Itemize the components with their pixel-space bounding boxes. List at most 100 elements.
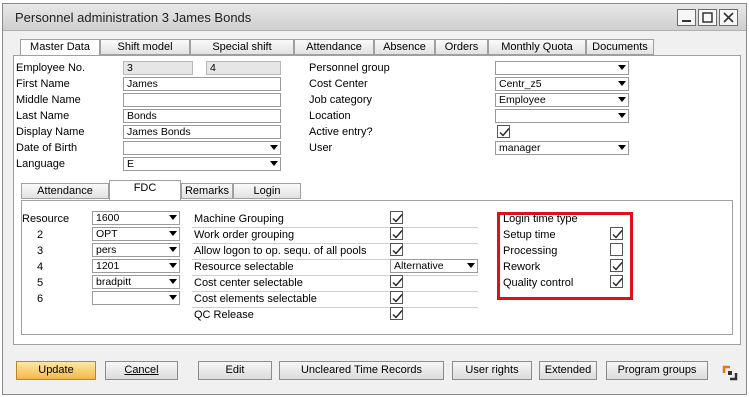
extended-button[interactable]: Extended xyxy=(539,361,597,380)
user-value: manager xyxy=(499,142,541,154)
option-label: Work order grouping xyxy=(194,229,295,241)
personnel-group-label: Personnel group xyxy=(309,62,390,74)
dob-select[interactable] xyxy=(123,141,281,155)
chevron-down-icon xyxy=(169,263,177,268)
login-time-item-label: Processing xyxy=(503,245,558,257)
middle-name-label: Middle Name xyxy=(16,94,81,106)
tab-attendance[interactable]: Attendance xyxy=(294,39,374,55)
language-select[interactable]: E xyxy=(123,157,281,171)
display-name-field[interactable]: James Bonds xyxy=(123,125,281,139)
checkmark-icon xyxy=(392,230,403,239)
chevron-down-icon xyxy=(618,65,626,70)
chevron-down-icon xyxy=(270,145,278,150)
first-name-field[interactable]: James xyxy=(123,77,281,91)
resource-2-select[interactable]: OPT xyxy=(92,227,180,241)
option-label: Cost center selectable xyxy=(194,277,303,289)
resource-6-label: 6 xyxy=(37,293,44,305)
middle-name-field[interactable] xyxy=(123,93,281,107)
divider xyxy=(192,243,478,244)
divider xyxy=(192,307,478,308)
setup-time-checkbox[interactable] xyxy=(610,227,623,240)
login-time-item-label: Rework xyxy=(503,261,541,273)
cost-center-selectable-checkbox[interactable] xyxy=(390,275,403,288)
cancel-button[interactable]: Cancel xyxy=(105,361,178,380)
minimize-button[interactable] xyxy=(677,9,696,26)
resource-6-select[interactable] xyxy=(92,291,180,305)
active-entry-checkbox[interactable] xyxy=(497,125,510,138)
personnel-group-select[interactable] xyxy=(495,61,629,75)
cost-center-select[interactable]: Centr_z5 xyxy=(495,77,629,91)
subtab-attendance[interactable]: Attendance xyxy=(21,183,109,199)
checkmark-icon xyxy=(392,294,403,303)
cost-center-value: Centr_z5 xyxy=(499,78,542,90)
cancel-label: Cancel xyxy=(124,364,159,376)
tab-absence[interactable]: Absence xyxy=(374,39,435,55)
tab-monthly-quota[interactable]: Monthly Quota xyxy=(488,39,586,55)
machine-grouping-checkbox[interactable] xyxy=(390,211,403,224)
chevron-down-icon xyxy=(169,215,177,220)
resource-5-value: bradpitt xyxy=(96,276,132,288)
processing-checkbox[interactable] xyxy=(610,243,623,256)
employee-no-label: Employee No. xyxy=(16,62,86,74)
cost-elements-selectable-checkbox[interactable] xyxy=(390,291,403,304)
option-label: QC Release xyxy=(194,309,254,321)
divider xyxy=(192,291,478,292)
personnel-admin-window: Personnel administration 3 James Bonds M… xyxy=(2,3,747,395)
checkmark-icon xyxy=(392,214,403,223)
quality-control-checkbox[interactable] xyxy=(610,275,623,288)
tab-shift-model[interactable]: Shift model xyxy=(100,39,190,55)
resource-4-value: 1201 xyxy=(96,260,120,272)
resource-1-select[interactable]: 1600 xyxy=(92,211,180,225)
update-button[interactable]: Update xyxy=(16,361,96,380)
resource-3-value: pers xyxy=(96,244,117,256)
tab-orders[interactable]: Orders xyxy=(435,39,488,55)
location-label: Location xyxy=(309,110,351,122)
active-entry-label: Active entry? xyxy=(309,126,373,138)
resource-1-value: 1600 xyxy=(96,212,120,224)
last-name-field[interactable]: Bonds xyxy=(123,109,281,123)
resource-label: Resource xyxy=(22,213,70,225)
checkmark-icon xyxy=(612,230,623,239)
resource-3-select[interactable]: pers xyxy=(92,243,180,257)
resize-grip-icon[interactable] xyxy=(722,365,738,381)
close-button[interactable] xyxy=(719,9,738,26)
dob-label: Date of Birth xyxy=(16,142,78,154)
program-groups-button[interactable]: Program groups xyxy=(606,361,708,380)
resource-4-label: 4 xyxy=(37,261,44,273)
chevron-down-icon xyxy=(270,161,278,166)
chevron-down-icon xyxy=(169,295,177,300)
option-label: Resource selectable xyxy=(194,261,294,273)
allow-logon-checkbox[interactable] xyxy=(390,243,403,256)
checkmark-icon xyxy=(392,246,403,255)
user-rights-button[interactable]: User rights xyxy=(452,361,532,380)
tab-special-shift[interactable]: Special shift xyxy=(190,39,294,55)
employee-no-2-field: 4 xyxy=(206,61,281,75)
uncleared-time-records-button[interactable]: Uncleared Time Records xyxy=(279,361,444,380)
resource-selectable-select[interactable]: Alternative xyxy=(390,259,478,273)
job-category-value: Employee xyxy=(499,94,546,106)
subtab-login[interactable]: Login xyxy=(233,183,301,199)
tab-documents[interactable]: Documents xyxy=(586,39,654,55)
first-name-label: First Name xyxy=(16,78,70,90)
cost-center-label: Cost Center xyxy=(309,78,368,90)
maximize-button[interactable] xyxy=(698,9,717,26)
job-category-select[interactable]: Employee xyxy=(495,93,629,107)
resource-4-select[interactable]: 1201 xyxy=(92,259,180,273)
login-time-title: Login time type xyxy=(503,213,578,225)
chevron-down-icon xyxy=(467,263,475,268)
user-label: User xyxy=(309,142,333,154)
checkmark-icon xyxy=(499,128,510,137)
resource-5-select[interactable]: bradpitt xyxy=(92,275,180,289)
work-order-grouping-checkbox[interactable] xyxy=(390,227,403,240)
qc-release-checkbox[interactable] xyxy=(390,307,403,320)
location-select[interactable] xyxy=(495,109,629,123)
subtab-remarks[interactable]: Remarks xyxy=(181,183,233,199)
divider xyxy=(192,227,478,228)
option-label: Machine Grouping xyxy=(194,213,284,225)
user-select[interactable]: manager xyxy=(495,141,629,155)
edit-button[interactable]: Edit xyxy=(198,361,272,380)
divider xyxy=(192,275,478,276)
rework-checkbox[interactable] xyxy=(610,259,623,272)
subtab-fdc[interactable]: FDC xyxy=(109,180,181,201)
chevron-down-icon xyxy=(169,279,177,284)
